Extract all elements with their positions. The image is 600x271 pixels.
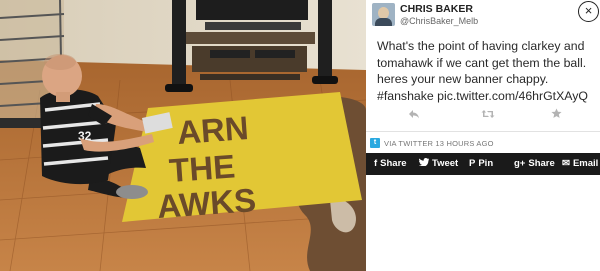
tweet-body: What's the point of having clarkey and t… bbox=[377, 39, 587, 86]
share-email-label: Email bbox=[572, 158, 599, 169]
via-text: VIA TWITTER 13 HOURS AGO bbox=[384, 139, 494, 148]
hashtag-link[interactable]: #fanshake bbox=[377, 89, 434, 103]
author-name[interactable]: CHRIS BAKER bbox=[400, 3, 473, 15]
tv-stand bbox=[185, 0, 315, 80]
share-facebook-button[interactable]: f Share bbox=[374, 153, 407, 175]
tweet-header: CHRIS BAKER @ChrisBaker_Melb × bbox=[366, 0, 600, 32]
photo-scene: ARN THE AWKS 32 bbox=[0, 0, 366, 271]
close-button[interactable]: × bbox=[578, 1, 599, 22]
author-handle[interactable]: @ChrisBaker_Melb bbox=[400, 16, 478, 26]
share-email-button[interactable]: ✉ Email bbox=[562, 153, 598, 175]
retweet-icon[interactable] bbox=[481, 108, 495, 122]
share-bar: f Share Tweet P Pin g+ Share ✉ Email bbox=[366, 153, 600, 175]
star-icon[interactable] bbox=[551, 108, 562, 122]
twitter-icon: t bbox=[370, 138, 380, 148]
tweet-actions bbox=[366, 108, 600, 124]
share-twitter-button[interactable]: Tweet bbox=[418, 153, 459, 175]
banner-line-1: ARN bbox=[176, 109, 250, 151]
pinterest-icon: P bbox=[469, 158, 476, 169]
close-icon: × bbox=[584, 3, 593, 18]
twitter-bird-icon bbox=[418, 153, 429, 175]
tweet-text: What's the point of having clarkey and t… bbox=[377, 38, 597, 104]
share-googleplus-label: Share bbox=[528, 158, 555, 169]
banner-line-3: AWKS bbox=[156, 181, 257, 225]
share-googleplus-button[interactable]: g+ Share bbox=[514, 153, 555, 175]
tweet-photo[interactable]: ARN THE AWKS 32 bbox=[0, 0, 366, 271]
share-pinterest-button[interactable]: P Pin bbox=[469, 153, 493, 175]
tweet-card: CHRIS BAKER @ChrisBaker_Melb × What's th… bbox=[366, 0, 600, 271]
shoe bbox=[116, 185, 148, 199]
share-pinterest-label: Pin bbox=[478, 158, 494, 169]
facebook-icon: f bbox=[374, 158, 378, 169]
speaker-right bbox=[318, 0, 332, 84]
email-icon: ✉ bbox=[562, 158, 570, 169]
googleplus-icon: g+ bbox=[514, 158, 526, 169]
avatar[interactable] bbox=[372, 3, 395, 26]
speaker-left bbox=[172, 0, 186, 92]
share-facebook-label: Share bbox=[380, 158, 407, 169]
pic-link[interactable]: pic.twitter.com/46hrGtXAyQ bbox=[437, 89, 588, 103]
reply-icon[interactable] bbox=[408, 108, 420, 122]
divider bbox=[366, 131, 600, 132]
share-twitter-label: Tweet bbox=[432, 158, 459, 169]
